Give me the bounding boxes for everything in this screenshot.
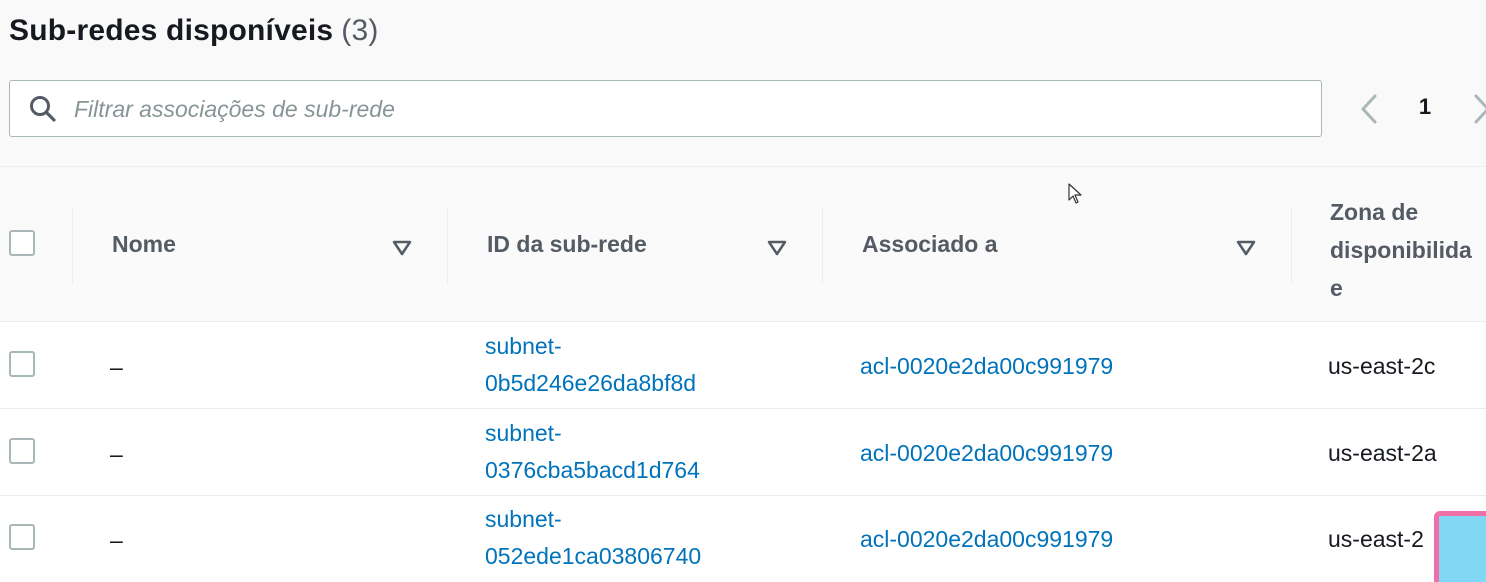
mouse-cursor-icon bbox=[1068, 183, 1084, 205]
column-label-zone-line2: disponibilida bbox=[1330, 237, 1472, 263]
previous-page-icon[interactable] bbox=[1355, 88, 1385, 130]
subnet-id-link[interactable]: subnet- 0b5d246e26da8bf8d bbox=[485, 328, 696, 402]
column-divider bbox=[1291, 167, 1292, 323]
column-label-subnet-id: ID da sub-rede bbox=[487, 231, 647, 257]
subnet-id-line2: 0376cba5bacd1d764 bbox=[485, 457, 700, 483]
column-label-name: Nome bbox=[112, 231, 176, 257]
availability-zone: us-east-2c bbox=[1328, 353, 1436, 379]
subnet-associations-panel: Sub-redes disponíveis(3) 1 bbox=[0, 0, 1486, 582]
search-icon bbox=[28, 94, 58, 124]
subnet-id-line1: subnet- bbox=[485, 333, 562, 359]
availability-zone: us-east-2 bbox=[1328, 526, 1424, 552]
row-name: – bbox=[110, 527, 123, 553]
column-divider bbox=[822, 167, 823, 323]
column-divider bbox=[72, 167, 73, 323]
floating-widget[interactable] bbox=[1434, 511, 1486, 582]
title-text: Sub-redes disponíveis bbox=[9, 14, 334, 47]
column-label-zone-line1: Zona de bbox=[1330, 199, 1419, 225]
select-all-checkbox[interactable] bbox=[9, 230, 35, 256]
column-header-subnet-id[interactable]: ID da sub-rede bbox=[487, 167, 817, 323]
row-checkbox[interactable] bbox=[9, 351, 35, 377]
row-name: – bbox=[110, 354, 123, 380]
table-row[interactable]: – subnet- 0376cba5bacd1d764 acl-0020e2da… bbox=[0, 409, 1486, 496]
availability-zone: us-east-2a bbox=[1328, 440, 1437, 466]
page-title: Sub-redes disponíveis (3) bbox=[9, 14, 379, 48]
associated-acl-link[interactable]: acl-0020e2da00c991979 bbox=[860, 526, 1113, 553]
column-divider bbox=[447, 167, 448, 323]
associated-acl-link[interactable]: acl-0020e2da00c991979 bbox=[860, 353, 1113, 380]
search-input[interactable] bbox=[74, 89, 1304, 129]
subnet-id-line1: subnet- bbox=[485, 420, 562, 446]
sort-down-icon[interactable] bbox=[392, 235, 412, 256]
current-page-number[interactable]: 1 bbox=[1410, 94, 1440, 124]
row-name: – bbox=[110, 441, 123, 467]
table-row[interactable]: – subnet- 052ede1ca03806740 acl-0020e2da… bbox=[0, 496, 1486, 582]
table-row[interactable]: – subnet- 0b5d246e26da8bf8d acl-0020e2da… bbox=[0, 322, 1486, 409]
next-page-icon[interactable] bbox=[1466, 88, 1486, 130]
search-box[interactable] bbox=[9, 80, 1322, 137]
subnet-id-link[interactable]: subnet- 0376cba5bacd1d764 bbox=[485, 415, 700, 489]
row-checkbox[interactable] bbox=[9, 438, 35, 464]
sort-down-icon[interactable] bbox=[1236, 235, 1256, 256]
sort-down-icon[interactable] bbox=[767, 235, 787, 256]
panel-header: Sub-redes disponíveis(3) 1 bbox=[0, 0, 1486, 166]
column-header-zone[interactable]: Zona de disponibilida e bbox=[1330, 193, 1486, 307]
column-header-name[interactable]: Nome bbox=[112, 167, 442, 323]
table-header: Nome ID da sub-rede Associado a Zona de … bbox=[0, 166, 1486, 322]
subnet-id-line2: 052ede1ca03806740 bbox=[485, 543, 702, 569]
column-label-associated: Associado a bbox=[862, 231, 998, 257]
column-label-zone-line3: e bbox=[1330, 275, 1343, 301]
title-count: (3) bbox=[341, 14, 379, 47]
column-header-associated[interactable]: Associado a bbox=[862, 167, 1262, 323]
subnet-id-link[interactable]: subnet- 052ede1ca03806740 bbox=[485, 501, 701, 575]
subnet-id-line1: subnet- bbox=[485, 506, 562, 532]
row-checkbox[interactable] bbox=[9, 524, 35, 550]
associated-acl-link[interactable]: acl-0020e2da00c991979 bbox=[860, 440, 1113, 467]
subnet-id-line2: 0b5d246e26da8bf8d bbox=[485, 370, 697, 396]
